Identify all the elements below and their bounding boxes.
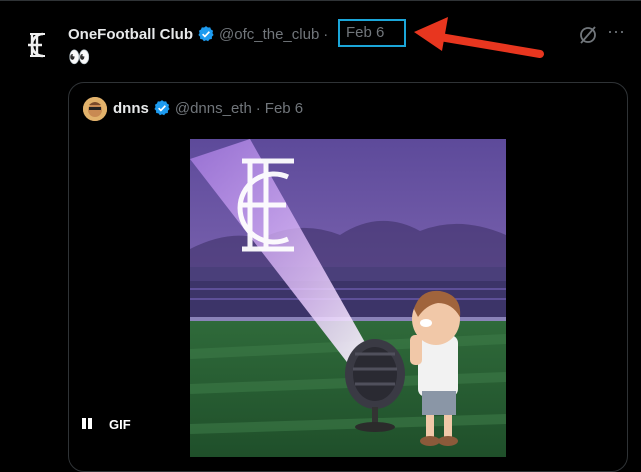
gif-controls: GIF — [79, 416, 131, 432]
author-handle[interactable]: @ofc_the_club — [219, 26, 319, 43]
separator-dot: · — [255, 99, 261, 117]
tweet-header: OneFootball Club @ofc_the_club · — [68, 23, 332, 45]
tweet[interactable]: OneFootball Club @ofc_the_club · Feb 6 👀… — [0, 0, 641, 472]
gif-badge: GIF — [109, 416, 131, 432]
more-icon[interactable]: ··· — [607, 22, 627, 44]
ofc-avatar[interactable] — [18, 25, 58, 65]
annotation-arrow-icon — [414, 17, 544, 58]
author-name[interactable]: OneFootball Club — [68, 26, 193, 43]
quoted-author-handle[interactable]: @dnns_eth — [175, 100, 252, 117]
pause-icon[interactable] — [79, 416, 95, 432]
ofc-logo-icon — [18, 25, 58, 65]
tweet-date[interactable]: Feb 6 — [346, 24, 384, 41]
gif-frame-illustration — [190, 139, 506, 457]
quoted-date[interactable]: Feb 6 — [265, 100, 303, 117]
verified-badge-icon — [154, 100, 170, 116]
verified-badge-icon — [198, 26, 214, 42]
quoted-header: dnns @dnns_eth · Feb 6 — [113, 99, 303, 117]
quoted-tweet[interactable]: dnns @dnns_eth · Feb 6 GIF — [68, 82, 628, 472]
quoted-avatar[interactable] — [83, 97, 107, 121]
grok-icon[interactable] — [578, 25, 598, 45]
quoted-author-name[interactable]: dnns — [113, 100, 149, 117]
separator-dot: · — [323, 25, 329, 43]
dnns-avatar-icon — [83, 97, 107, 121]
tweet-text: 👀 — [68, 47, 90, 67]
gif-media[interactable] — [190, 139, 506, 457]
